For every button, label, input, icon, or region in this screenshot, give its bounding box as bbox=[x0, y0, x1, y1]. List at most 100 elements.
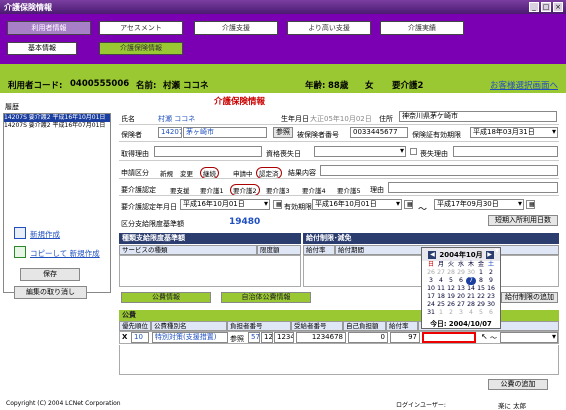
calendar-day[interactable]: 13 bbox=[456, 285, 466, 293]
insurer-name-input[interactable]: 茅ヶ崎市 bbox=[183, 127, 267, 138]
calendar-day[interactable]: 29 bbox=[476, 301, 486, 309]
tab-care-support[interactable]: 介護支援 bbox=[194, 21, 278, 35]
cert-reason-input[interactable] bbox=[388, 182, 558, 193]
calendar-day[interactable]: 19 bbox=[446, 293, 456, 301]
calendar-day[interactable]: 17 bbox=[426, 293, 436, 301]
insurer-ref-button[interactable]: 参照 bbox=[273, 127, 293, 138]
validity-select[interactable]: 平成18年03月31日 bbox=[470, 127, 558, 138]
calendar-day[interactable]: 31 bbox=[426, 309, 436, 317]
tab-higher-support[interactable]: より高い支援 bbox=[287, 21, 371, 35]
app-option-change[interactable]: 変更 bbox=[180, 168, 193, 178]
save-button[interactable]: 保存 bbox=[20, 268, 80, 281]
calendar-day[interactable]: 20 bbox=[456, 293, 466, 301]
calendar-day[interactable]: 1 bbox=[436, 309, 446, 317]
calendar-day[interactable]: 26 bbox=[426, 269, 436, 277]
period-from-input[interactable] bbox=[422, 332, 476, 343]
add-benefit-restriction-button[interactable]: 給付制限の追加 bbox=[501, 292, 558, 303]
tab-assessment[interactable]: アセスメント bbox=[99, 21, 183, 35]
cert-option-level3[interactable]: 要介護3 bbox=[266, 185, 290, 195]
cert-date-select[interactable]: 平成16年10月01日 bbox=[180, 199, 270, 210]
acquisition-reason-input[interactable] bbox=[154, 146, 262, 157]
calendar-icon[interactable]: ▦ bbox=[526, 200, 535, 209]
calendar-icon[interactable]: ▦ bbox=[404, 200, 413, 209]
tab-care-results[interactable]: 介護実績 bbox=[380, 21, 464, 35]
calendar-day[interactable]: 10 bbox=[426, 285, 436, 293]
calendar-day[interactable]: 18 bbox=[436, 293, 446, 301]
expense-type-input[interactable]: 特別対策(支援措置) bbox=[152, 332, 228, 343]
calendar-day[interactable]: 30 bbox=[486, 301, 496, 309]
expense-ref-button[interactable]: 参照 bbox=[230, 334, 244, 344]
calendar-day[interactable]: 24 bbox=[426, 301, 436, 309]
public-info-tab[interactable]: 公費情報 bbox=[121, 292, 211, 303]
add-public-expense-button[interactable]: 公費の追加 bbox=[488, 379, 548, 390]
date-picker-popup[interactable]: ◀ 2004年10月 ▶ 日 月 火 水 木 金 土 26 27 28 29 30 1 2 3… bbox=[421, 247, 501, 329]
calendar-day[interactable]: 26 bbox=[446, 301, 456, 309]
calendar-day[interactable]: 15 bbox=[476, 285, 486, 293]
calendar-day[interactable]: 2 bbox=[446, 309, 456, 317]
insurer-code-input[interactable]: 142075 bbox=[158, 127, 182, 138]
cert-option-level1[interactable]: 要介護1 bbox=[200, 185, 224, 195]
copy-new-link[interactable]: コピーして 新規作成 bbox=[30, 248, 100, 259]
calendar-day[interactable]: 8 bbox=[476, 277, 486, 285]
burden-input-c[interactable]: 1234 bbox=[274, 332, 294, 343]
copay-input[interactable]: 0 bbox=[348, 332, 388, 343]
cancel-edit-button[interactable]: 編集の取り消し bbox=[14, 286, 87, 299]
period-to-select[interactable] bbox=[500, 332, 558, 343]
back-to-customer-select-link[interactable]: お客様選択画面へ bbox=[490, 79, 558, 91]
short-stay-button[interactable]: 短期入所利用日数 bbox=[488, 215, 558, 226]
calendar-day[interactable]: 21 bbox=[466, 293, 476, 301]
calendar-day[interactable]: 16 bbox=[486, 285, 496, 293]
valid-from-select[interactable]: 平成16年10月01日 bbox=[312, 199, 402, 210]
insured-number-input[interactable]: 0033445677 bbox=[350, 127, 408, 138]
history-item[interactable]: 14207S 要介護2 平成16年10月01日 bbox=[4, 114, 110, 122]
next-month-icon[interactable]: ▶ bbox=[485, 250, 494, 259]
rate-input[interactable]: 97 bbox=[390, 332, 420, 343]
calendar-day[interactable]: 28 bbox=[446, 269, 456, 277]
app-status-applying[interactable]: 申請中 bbox=[233, 168, 253, 178]
calendar-day[interactable]: 29 bbox=[456, 269, 466, 277]
calendar-icon[interactable]: ▦ bbox=[273, 200, 282, 209]
today-label[interactable]: 今日: 2004/10/07 bbox=[422, 318, 500, 328]
calendar-day[interactable]: 30 bbox=[466, 269, 476, 277]
subtab-basic-info[interactable]: 基本情報 bbox=[7, 42, 77, 55]
priority-input[interactable]: 10 bbox=[131, 332, 149, 343]
prev-month-icon[interactable]: ◀ bbox=[428, 250, 437, 259]
calendar-day[interactable]: 11 bbox=[436, 285, 446, 293]
calendar-day[interactable]: 12 bbox=[446, 285, 456, 293]
calendar-day[interactable]: 14 bbox=[466, 285, 476, 293]
calendar-day[interactable]: 5 bbox=[476, 309, 486, 317]
calendar-day[interactable]: 27 bbox=[436, 269, 446, 277]
calendar-day[interactable]: 23 bbox=[486, 293, 496, 301]
close-icon[interactable]: × bbox=[553, 2, 563, 12]
calendar-day[interactable]: 4 bbox=[436, 277, 446, 285]
calendar-day[interactable]: 5 bbox=[446, 277, 456, 285]
valid-to-select[interactable]: 平成17年09月30日 bbox=[434, 199, 524, 210]
calendar-day[interactable]: 6 bbox=[486, 309, 496, 317]
calendar-day[interactable]: 25 bbox=[436, 301, 446, 309]
cert-option-level5[interactable]: 要介護5 bbox=[337, 185, 361, 195]
result-input[interactable] bbox=[320, 165, 558, 176]
loss-reason-input[interactable] bbox=[453, 146, 558, 157]
calendar-day[interactable]: 9 bbox=[486, 277, 496, 285]
cert-option-level4[interactable]: 要介護4 bbox=[302, 185, 326, 195]
burden-input-a[interactable]: 57 bbox=[248, 332, 260, 343]
calendar-day[interactable]: 2 bbox=[486, 269, 496, 277]
app-option-new[interactable]: 新規 bbox=[160, 168, 173, 178]
calendar-day[interactable]: 6 bbox=[456, 277, 466, 285]
loss-checkbox[interactable] bbox=[410, 148, 417, 155]
calendar-day[interactable]: 1 bbox=[476, 269, 486, 277]
recipient-input[interactable]: 1234678 bbox=[296, 332, 346, 343]
subtab-insurance-info[interactable]: 介護保険情報 bbox=[99, 42, 183, 55]
calendar-day[interactable]: 28 bbox=[466, 301, 476, 309]
calendar-day[interactable]: 3 bbox=[456, 309, 466, 317]
calendar-day[interactable]: 7 bbox=[466, 277, 476, 285]
municipal-public-info-tab[interactable]: 自治体公費情報 bbox=[221, 292, 311, 303]
history-list[interactable]: 14207S 要介護2 平成16年10月01日 14207S 要介護2 平成16… bbox=[3, 113, 111, 293]
calendar-day[interactable]: 3 bbox=[426, 277, 436, 285]
minimize-icon[interactable]: _ bbox=[529, 2, 539, 12]
qualification-loss-select[interactable] bbox=[314, 146, 406, 157]
calendar-day[interactable]: 22 bbox=[476, 293, 486, 301]
delete-row-icon[interactable]: X bbox=[122, 333, 127, 341]
history-item[interactable]: 14207S 要介護2 平成16年07月01日 bbox=[4, 122, 110, 130]
tab-user-info[interactable]: 利用者情報 bbox=[7, 21, 91, 35]
